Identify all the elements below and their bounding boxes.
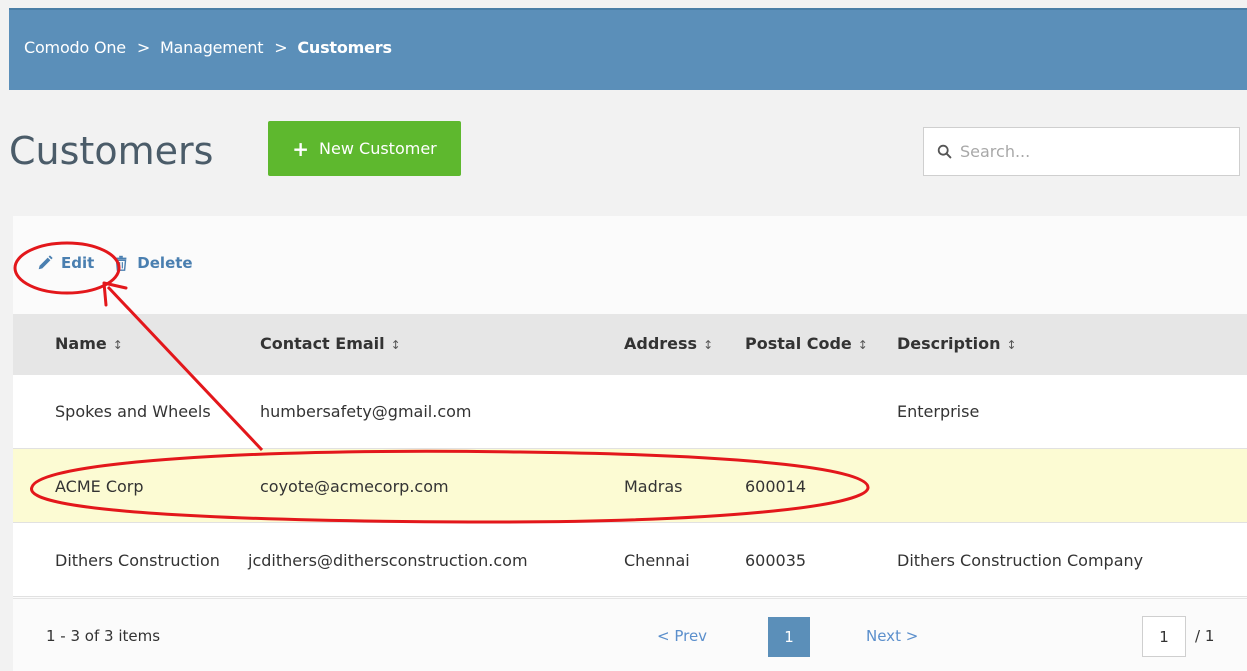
cell-address: Chennai [624, 551, 690, 570]
breadcrumb-current: Customers [297, 38, 392, 57]
cell-postal-code: 600014 [745, 477, 807, 496]
cell-name: ACME Corp [55, 477, 144, 496]
trash-icon [115, 255, 127, 271]
items-count: 1 - 3 of 3 items [46, 627, 161, 645]
cell-email: jcdithers@dithersconstruction.com [248, 551, 528, 570]
column-header-description[interactable]: Description ↕ [897, 334, 1017, 353]
cell-description: Enterprise [897, 402, 980, 421]
edit-button[interactable]: Edit [36, 254, 94, 272]
search-icon [937, 144, 952, 158]
column-label: Postal Code [745, 334, 852, 353]
column-header-address[interactable]: Address ↕ [624, 334, 713, 353]
sort-icon: ↕ [390, 338, 401, 352]
column-label: Contact Email [260, 334, 385, 353]
next-page-link[interactable]: Next > [866, 627, 918, 645]
cell-name: Dithers Construction [55, 551, 220, 570]
breadcrumb-item-management[interactable]: Management [160, 38, 264, 57]
pagination-bar [13, 598, 1247, 671]
delete-button[interactable]: Delete [112, 254, 193, 272]
sort-icon: ↕ [703, 338, 714, 352]
column-label: Description [897, 334, 1001, 353]
search-box[interactable] [923, 127, 1240, 176]
prev-page-link[interactable]: < Prev [657, 627, 707, 645]
sort-icon: ↕ [857, 338, 868, 352]
new-customer-button[interactable]: + New Customer [268, 121, 461, 176]
sort-icon: ↕ [1006, 338, 1017, 352]
column-label: Address [624, 334, 698, 353]
delete-label: Delete [137, 254, 193, 272]
sort-icon: ↕ [112, 338, 123, 352]
breadcrumb: Comodo One > Management > Customers [24, 38, 392, 57]
column-header-postal-code[interactable]: Postal Code ↕ [745, 334, 868, 353]
page-number-input[interactable]: 1 [1142, 616, 1186, 657]
page-total: / 1 [1195, 627, 1215, 645]
cell-name: Spokes and Wheels [55, 402, 211, 421]
new-customer-label: New Customer [319, 139, 437, 158]
cell-address: Madras [624, 477, 683, 496]
edit-label: Edit [61, 254, 95, 272]
cell-postal-code: 600035 [745, 551, 807, 570]
page-button-current[interactable]: 1 [768, 617, 810, 657]
breadcrumb-separator: > [136, 38, 151, 57]
breadcrumb-item-comodo-one[interactable]: Comodo One [24, 38, 126, 57]
search-input[interactable] [960, 142, 1230, 161]
breadcrumb-separator: > [274, 38, 288, 57]
pencil-icon [38, 255, 53, 270]
plus-icon: + [292, 136, 310, 161]
page-title: Customers [9, 129, 214, 173]
table-toolbar: Edit Delete [36, 254, 193, 272]
cell-email: humbersafety@gmail.com [260, 402, 472, 421]
column-header-contact-email[interactable]: Contact Email ↕ [260, 334, 401, 353]
cell-email: coyote@acmecorp.com [260, 477, 449, 496]
column-label: Name [55, 334, 107, 353]
column-header-name[interactable]: Name ↕ [55, 334, 123, 353]
cell-description: Dithers Construction Company [897, 551, 1144, 570]
